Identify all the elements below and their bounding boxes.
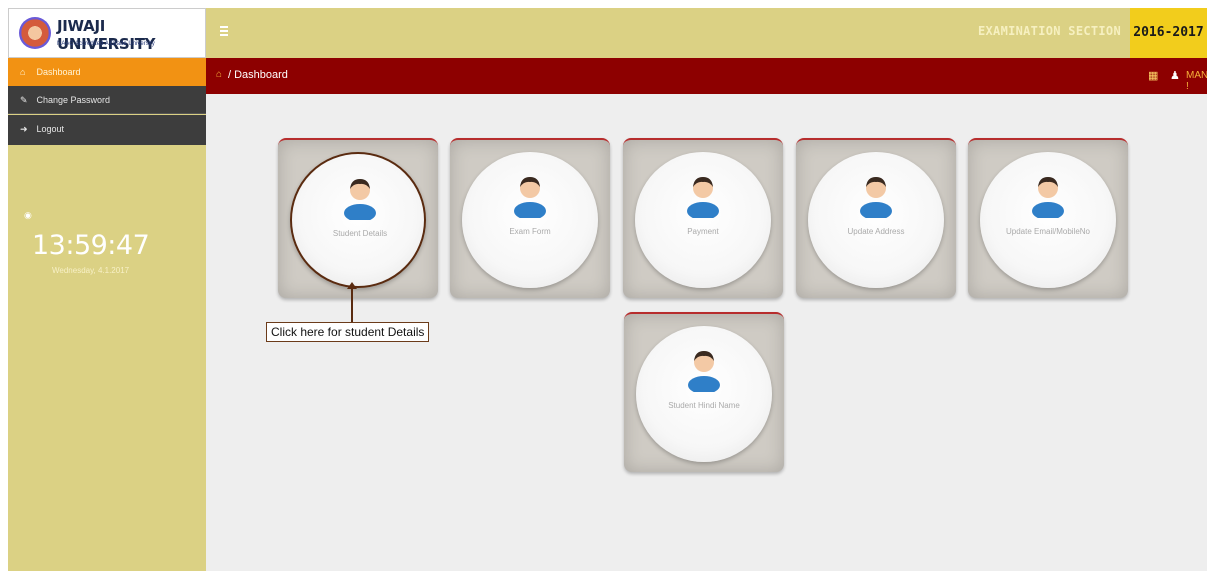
tile-student-details[interactable]: Student Details — [278, 138, 438, 298]
breadcrumb-bar: ⌂ / Dashboard ▦ ♟ MANISH ! — [206, 58, 1207, 94]
tile-button[interactable]: Update Address — [808, 152, 944, 288]
tile-button[interactable]: Payment — [635, 152, 771, 288]
student-avatar-icon — [344, 179, 376, 220]
student-avatar-icon — [1032, 177, 1064, 218]
tile-label: Student Details — [332, 229, 388, 238]
sidebar-item-label: Logout — [36, 124, 65, 134]
exam-section-title: EXAMINATION SECTION — [978, 24, 1121, 38]
tile-label: Student Hindi Name — [668, 401, 740, 410]
sidebar-item-logout[interactable]: ➜ Logout — [8, 115, 206, 145]
tile-label: Exam Form — [509, 227, 551, 236]
sidebar-item-change-password[interactable]: ✎ Change Password — [8, 86, 206, 114]
clock-date: Wednesday, 4.1.2017 — [52, 266, 130, 275]
university-emblem-icon — [19, 17, 51, 49]
top-header: JIWAJI UNIVERSITY NAAC Accredited A Grad… — [8, 8, 1207, 58]
tile-button[interactable]: Update Email/MobileNo — [980, 152, 1116, 288]
tile-button[interactable]: Student Details — [290, 152, 426, 288]
tile-label: Update Address — [847, 227, 905, 236]
breadcrumb: / Dashboard — [228, 69, 288, 81]
callout-arrow — [351, 286, 353, 322]
university-logo[interactable]: JIWAJI UNIVERSITY NAAC Accredited A Grad… — [8, 8, 206, 58]
hamburger-menu-icon[interactable] — [220, 26, 228, 36]
sidebar-item-label: Dashboard — [36, 67, 81, 77]
digital-clock: 13:59:47 — [32, 230, 150, 261]
logo-subtitle: NAAC Accredited A Grade University — [57, 41, 155, 47]
clock-icon: ◉ — [24, 210, 32, 220]
home-icon: ⌂ — [20, 67, 26, 77]
logout-icon: ➜ — [20, 124, 28, 134]
tile-button[interactable]: Exam Form — [462, 152, 598, 288]
annotation-callout: Click here for student Details — [266, 322, 430, 342]
sidebar-item-dashboard[interactable]: ⌂ Dashboard — [8, 58, 206, 86]
tile-label: Payment — [687, 227, 719, 236]
tile-button[interactable]: Student Hindi Name — [636, 326, 772, 462]
tile-update-address[interactable]: Update Address — [796, 138, 956, 298]
student-avatar-icon — [688, 351, 720, 392]
user-icon[interactable]: ♟ — [1170, 69, 1180, 82]
dashboard-main: Student Details Exam Form Payment Update… — [206, 94, 1207, 571]
tile-student-hindi-name[interactable]: Student Hindi Name — [624, 312, 784, 472]
tile-label: Update Email/MobileNo — [1005, 227, 1091, 236]
home-icon[interactable]: ⌂ — [216, 69, 222, 80]
tile-update-email-mobile[interactable]: Update Email/MobileNo — [968, 138, 1128, 298]
sidebar: ⌂ Dashboard ✎ Change Password ➜ Logout ◉… — [8, 58, 206, 571]
calendar-icon[interactable]: ▦ — [1148, 69, 1158, 82]
edit-icon: ✎ — [20, 95, 28, 105]
student-avatar-icon — [860, 177, 892, 218]
session-year-badge: 2016-2017 — [1130, 8, 1207, 58]
tile-payment[interactable]: Payment — [623, 138, 783, 298]
logo-title: JIWAJI UNIVERSITY — [57, 17, 156, 53]
user-name[interactable]: MANISH ! — [1186, 70, 1207, 92]
tile-exam-form[interactable]: Exam Form — [450, 138, 610, 298]
student-avatar-icon — [687, 177, 719, 218]
student-avatar-icon — [514, 177, 546, 218]
sidebar-item-label: Change Password — [36, 95, 111, 105]
